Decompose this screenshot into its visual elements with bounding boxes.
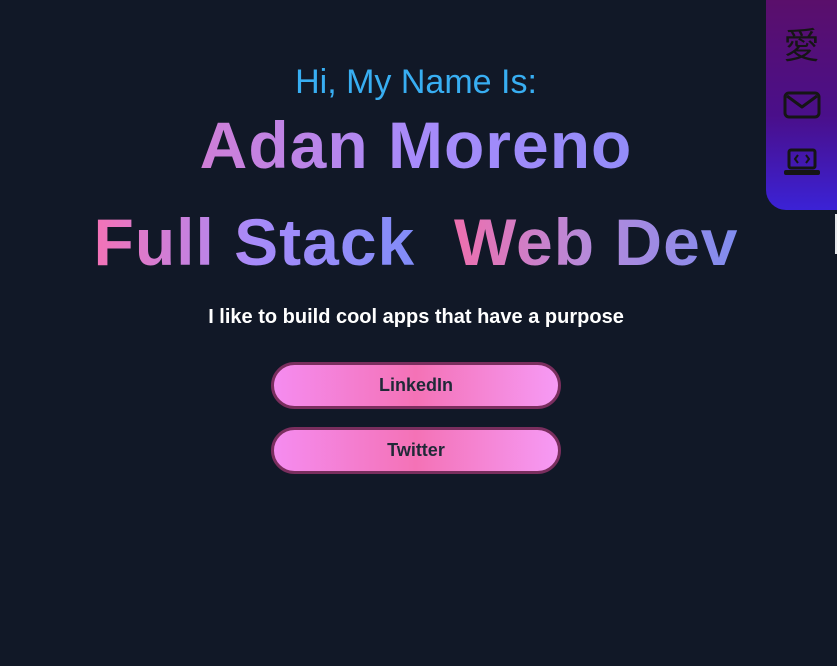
- laptop-code-icon[interactable]: [766, 146, 837, 180]
- kanji-love-icon[interactable]: 愛: [766, 20, 837, 67]
- name-heading: Adan Moreno: [0, 106, 832, 184]
- linkedin-button[interactable]: LinkedIn: [271, 362, 561, 409]
- role-heading: Full Stack Web Dev: [0, 203, 832, 281]
- greeting-text: Hi, My Name Is:: [295, 63, 537, 101]
- role-part-1: Full Stack: [93, 205, 416, 279]
- mail-icon[interactable]: [766, 88, 837, 122]
- side-nav: 愛: [766, 0, 837, 210]
- role-part-2: Web Dev: [453, 205, 739, 279]
- tagline-text: I like to build cool apps that have a pu…: [208, 306, 624, 328]
- twitter-button[interactable]: Twitter: [271, 427, 561, 474]
